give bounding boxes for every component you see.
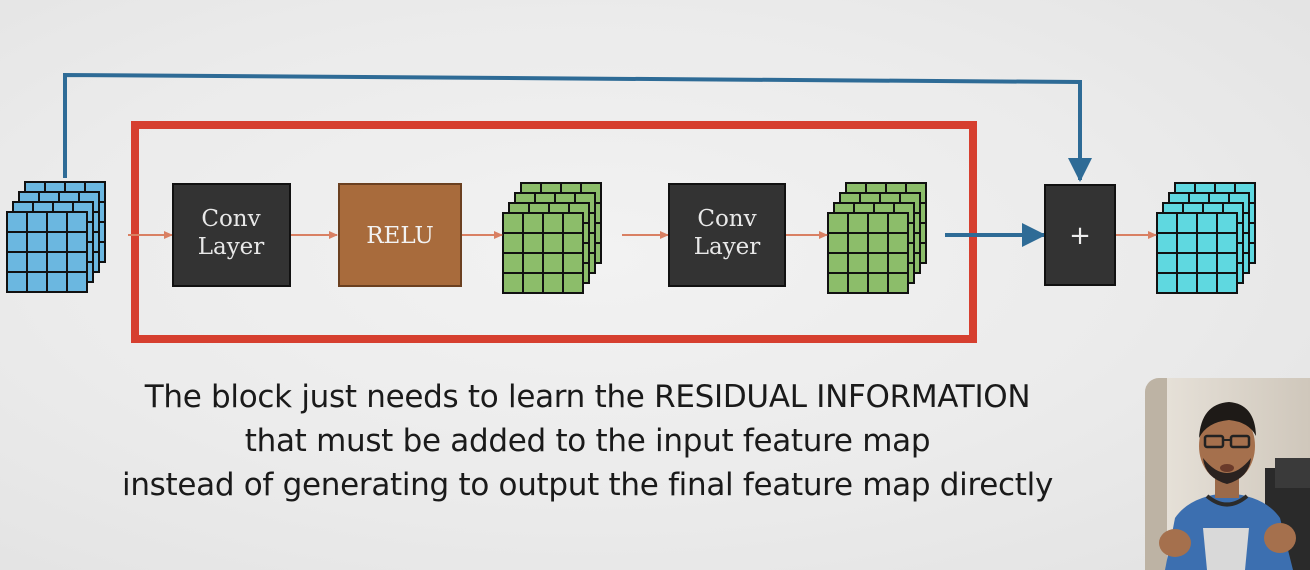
feature-map-cell [542, 252, 564, 274]
feature-map-cell [502, 212, 524, 234]
feature-map-cell [1176, 272, 1198, 294]
caption-line-2: that must be added to the input feature … [244, 423, 931, 459]
feature-map-cell [1196, 272, 1218, 294]
feature-map-cell [1176, 212, 1198, 234]
feature-map-cell [847, 252, 869, 274]
feature-map-cell [26, 211, 48, 233]
feature-map-cell [847, 212, 869, 234]
feature-map-cell [847, 232, 869, 254]
caption-line-1: The block just needs to learn the RESIDU… [144, 379, 1031, 415]
feature-map-cell [827, 272, 849, 294]
intermediate-feature-map [502, 182, 602, 294]
feature-map-cell [1176, 252, 1198, 274]
feature-map-cell [522, 212, 544, 234]
feature-map-cell [1176, 232, 1198, 254]
feature-map-cell [1216, 212, 1238, 234]
feature-map-cell [6, 251, 28, 273]
conv-layer-1-label-line2: Layer [198, 234, 265, 260]
feature-map-cell [26, 251, 48, 273]
feature-map-cell [887, 212, 909, 234]
feature-map-cell [562, 232, 584, 254]
feature-map-layer [1156, 212, 1238, 294]
feature-map-cell [66, 231, 88, 253]
feature-map-cell [1196, 232, 1218, 254]
feature-map-cell [847, 272, 869, 294]
feature-map-cell [522, 272, 544, 294]
conv-layer-2-label-line1: Conv [697, 206, 756, 232]
feature-map-cell [1196, 212, 1218, 234]
feature-map-cell [1156, 272, 1178, 294]
feature-map-cell [522, 252, 544, 274]
feature-map-cell [46, 231, 68, 253]
feature-map-cell [1156, 252, 1178, 274]
feature-map-cell [66, 271, 88, 293]
feature-map-cell [1156, 212, 1178, 234]
feature-map-cell [6, 211, 28, 233]
relu-box: RELU [338, 183, 462, 287]
feature-map-cell [562, 212, 584, 234]
feature-map-cell [867, 252, 889, 274]
conv-layer-2-box: Conv Layer [668, 183, 786, 287]
feature-map-cell [26, 271, 48, 293]
feature-map-cell [562, 272, 584, 294]
add-node-label: + [1069, 221, 1091, 251]
feature-map-cell [6, 271, 28, 293]
feature-map-layer [827, 212, 909, 294]
feature-map-cell [1216, 232, 1238, 254]
feature-map-cell [502, 232, 524, 254]
feature-map-cell [562, 252, 584, 274]
feature-map-cell [1156, 232, 1178, 254]
feature-map-cell [827, 212, 849, 234]
feature-map-cell [887, 252, 909, 274]
feature-map-cell [1216, 272, 1238, 294]
feature-map-cell [46, 271, 68, 293]
output-feature-map [1156, 182, 1256, 294]
feature-map-layer [6, 211, 88, 293]
feature-map-cell [887, 232, 909, 254]
conv-layer-1-label-line1: Conv [201, 206, 260, 232]
feature-map-cell [542, 272, 564, 294]
feature-map-cell [6, 231, 28, 253]
conv-layer-2-label-line2: Layer [694, 234, 761, 260]
feature-map-cell [522, 232, 544, 254]
feature-map-cell [867, 232, 889, 254]
feature-map-cell [867, 272, 889, 294]
residual-feature-map [827, 182, 927, 294]
feature-map-cell [1216, 252, 1238, 274]
feature-map-cell [66, 251, 88, 273]
relu-label: RELU [366, 223, 434, 249]
feature-map-cell [867, 212, 889, 234]
feature-map-cell [542, 232, 564, 254]
feature-map-cell [46, 211, 68, 233]
feature-map-cell [1196, 252, 1218, 274]
feature-map-cell [502, 272, 524, 294]
feature-map-cell [827, 252, 849, 274]
add-node-box: + [1044, 184, 1116, 286]
feature-map-cell [26, 231, 48, 253]
conv-layer-1-box: Conv Layer [172, 183, 291, 287]
feature-map-cell [542, 212, 564, 234]
feature-map-cell [66, 211, 88, 233]
caption-line-3: instead of generating to output the fina… [122, 467, 1053, 503]
feature-map-layer [502, 212, 584, 294]
feature-map-cell [827, 232, 849, 254]
feature-map-cell [46, 251, 68, 273]
feature-map-cell [887, 272, 909, 294]
presenter-webcam [1145, 378, 1310, 570]
feature-map-cell [502, 252, 524, 274]
input-feature-map [6, 181, 106, 293]
